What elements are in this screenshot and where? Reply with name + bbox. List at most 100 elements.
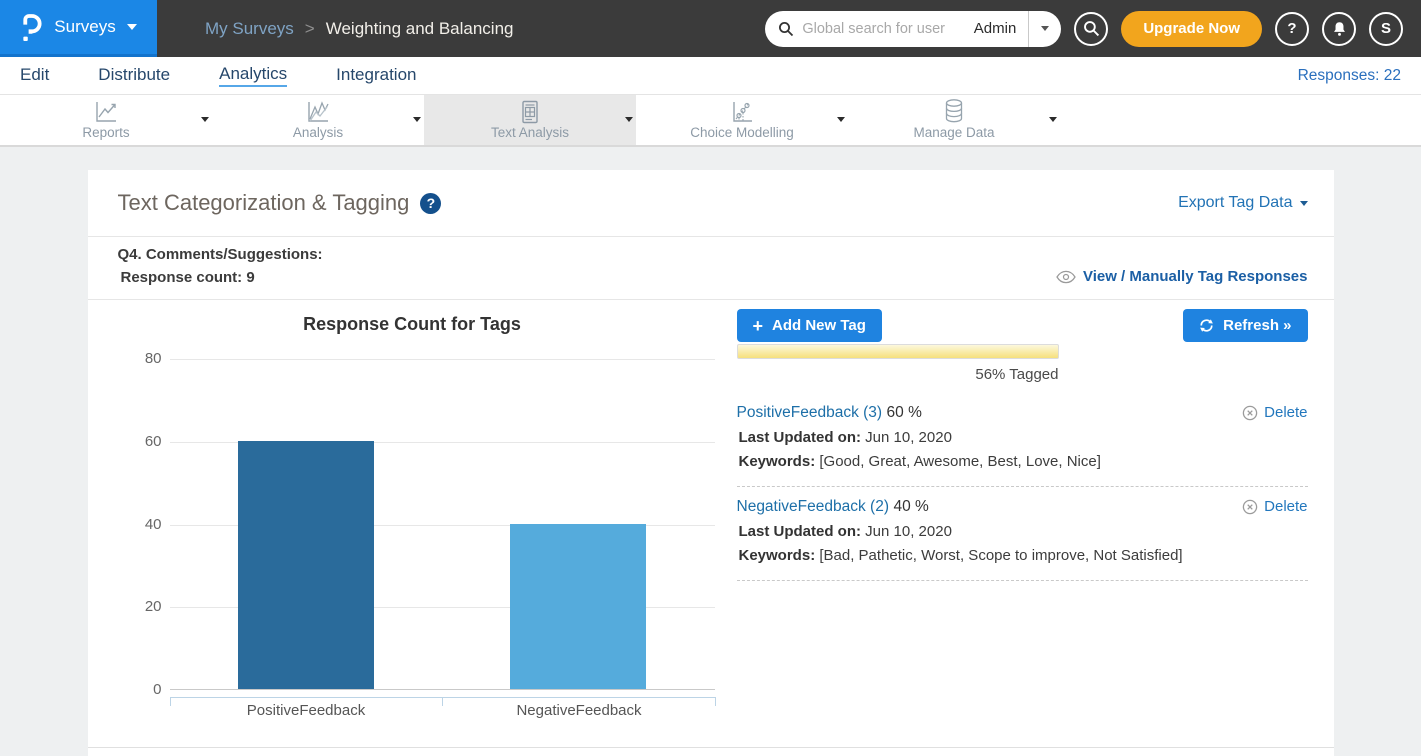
question-info: Q4. Comments/Suggestions: Response count… [118, 246, 323, 286]
divider [737, 580, 1308, 581]
tab-manage-data[interactable]: Manage Data [848, 95, 1060, 145]
nav-item-distribute[interactable]: Distribute [98, 65, 170, 86]
y-axis-tick-label: 80 [118, 350, 162, 367]
chevron-down-icon[interactable] [837, 117, 845, 122]
line-chart-icon [93, 100, 119, 124]
breadcrumb-current-survey: Weighting and Balancing [326, 19, 514, 39]
search-button[interactable] [1074, 12, 1108, 46]
chart-title: Response Count for Tags [100, 314, 725, 335]
tab-reports[interactable]: Reports [0, 95, 212, 145]
global-search[interactable]: Admin [765, 11, 1061, 47]
tag-updated: Last Updated on: Jun 10, 2020 [737, 523, 1308, 540]
tab-label: Manage Data [913, 125, 994, 140]
tag-name-link[interactable]: NegativeFeedback (2) [737, 498, 890, 515]
response-count-label: Response count: [121, 269, 243, 286]
tag-percent: 60 % [887, 404, 922, 421]
avatar-initial: S [1381, 20, 1391, 37]
analytics-tab-bar: Reports Analysis Text Analysis [0, 95, 1421, 147]
refresh-icon [1199, 318, 1214, 333]
product-switcher[interactable]: Surveys [0, 0, 157, 57]
nav-item-analytics[interactable]: Analytics [219, 64, 287, 87]
database-icon [942, 100, 966, 124]
y-axis-tick-label: 0 [118, 681, 162, 698]
text-analysis-card: Text Categorization & Tagging ? Export T… [88, 170, 1334, 756]
bar-PositiveFeedback[interactable] [238, 441, 374, 689]
notifications-button[interactable] [1322, 12, 1356, 46]
survey-nav: Edit Distribute Analytics Integration Re… [0, 57, 1421, 95]
user-avatar[interactable]: S [1369, 12, 1403, 46]
help-icon[interactable]: ? [420, 193, 441, 214]
delete-tag-button[interactable]: Delete [1242, 404, 1307, 421]
content-row: Response Count for Tags PositiveFeedback… [88, 300, 1334, 730]
tag-keywords: Keywords: [Bad, Pathetic, Worst, Scope t… [737, 547, 1308, 564]
tab-label: Choice Modelling [690, 125, 794, 140]
tag-row-positive-feedback: PositiveFeedback (3) 60 % Last Updated o… [737, 397, 1308, 479]
search-scope-selector[interactable]: Admin [962, 20, 1029, 37]
tag-updated-label: Last Updated on: [739, 429, 862, 446]
tab-analysis[interactable]: Analysis [212, 95, 424, 145]
tag-name-link[interactable]: PositiveFeedback (3) [737, 404, 883, 421]
multi-line-chart-icon [305, 100, 331, 124]
tag-updated-label: Last Updated on: [739, 523, 862, 540]
delete-label: Delete [1264, 404, 1307, 421]
tab-text-analysis[interactable]: Text Analysis [424, 95, 636, 145]
help-button[interactable]: ? [1275, 12, 1309, 46]
response-count: Response count: 9 [118, 269, 323, 286]
tag-keywords-value: [Bad, Pathetic, Worst, Scope to improve,… [819, 547, 1182, 564]
x-axis-labels: PositiveFeedbackNegativeFeedback [170, 702, 716, 719]
y-axis-tick-label: 40 [118, 516, 162, 533]
question-row: Q4. Comments/Suggestions: Response count… [88, 237, 1334, 300]
response-count-value: 9 [246, 269, 254, 286]
export-tag-data-dropdown[interactable]: Export Tag Data [1178, 194, 1307, 212]
tab-label: Analysis [293, 125, 343, 140]
tag-keywords: Keywords: [Good, Great, Awesome, Best, L… [737, 453, 1308, 470]
chevron-down-icon [1300, 201, 1308, 206]
breadcrumb: My Surveys > Weighting and Balancing [205, 19, 514, 39]
nav-item-integration[interactable]: Integration [336, 65, 416, 86]
global-search-input[interactable] [802, 21, 961, 37]
bar-NegativeFeedback[interactable] [510, 524, 646, 690]
chevron-down-icon[interactable] [625, 117, 633, 122]
export-tag-data-label: Export Tag Data [1178, 194, 1292, 212]
y-axis-tick-label: 60 [118, 433, 162, 450]
topbar: Surveys My Surveys > Weighting and Balan… [0, 0, 1421, 57]
nav-item-edit[interactable]: Edit [20, 65, 49, 86]
tag-title: NegativeFeedback (2) 40 % [737, 498, 1308, 516]
tag-title: PositiveFeedback (3) 60 % [737, 404, 1308, 422]
responses-count: Responses: 22 [1298, 67, 1401, 85]
response-count-chart: Response Count for Tags PositiveFeedback… [100, 300, 725, 730]
tab-label: Text Analysis [491, 125, 569, 140]
help-button-label: ? [1287, 20, 1296, 37]
topbar-actions: Admin Upgrade Now ? S [765, 11, 1421, 47]
plus-icon: + [753, 317, 764, 335]
tag-updated-value: Jun 10, 2020 [865, 429, 952, 446]
question-title: Q4. Comments/Suggestions: [118, 246, 323, 263]
search-scope-dropdown[interactable] [1029, 11, 1061, 47]
tags-panel: + Add New Tag Refresh » 56% Tagged [725, 300, 1308, 730]
view-manually-tag-link[interactable]: View / Manually Tag Responses [1056, 268, 1308, 285]
add-new-tag-label: Add New Tag [772, 317, 866, 334]
breadcrumb-my-surveys[interactable]: My Surveys [205, 19, 294, 39]
refresh-button[interactable]: Refresh » [1183, 309, 1307, 342]
view-manually-tag-label: View / Manually Tag Responses [1083, 268, 1308, 285]
chevron-down-icon[interactable] [1049, 117, 1057, 122]
eye-icon [1056, 270, 1076, 284]
y-axis-tick-label: 20 [118, 598, 162, 615]
gridline [170, 359, 715, 360]
chevron-down-icon[interactable] [413, 117, 421, 122]
delete-tag-button[interactable]: Delete [1242, 498, 1307, 515]
chevron-down-icon[interactable] [201, 117, 209, 122]
tagged-progress-bar [737, 344, 1059, 359]
search-icon [1083, 20, 1100, 37]
add-new-tag-button[interactable]: + Add New Tag [737, 309, 882, 342]
questionpro-logo [20, 12, 43, 43]
tag-keywords-label: Keywords: [739, 453, 816, 470]
tag-percent: 40 % [893, 498, 928, 515]
chevron-down-icon [127, 24, 137, 30]
tab-choice-modelling[interactable]: Choice Modelling [636, 95, 848, 145]
upgrade-now-button[interactable]: Upgrade Now [1121, 11, 1262, 47]
page-title: Text Categorization & Tagging ? [118, 190, 442, 216]
chevron-down-icon [1041, 26, 1049, 31]
x-axis-label: NegativeFeedback [443, 702, 716, 719]
delete-label: Delete [1264, 498, 1307, 515]
